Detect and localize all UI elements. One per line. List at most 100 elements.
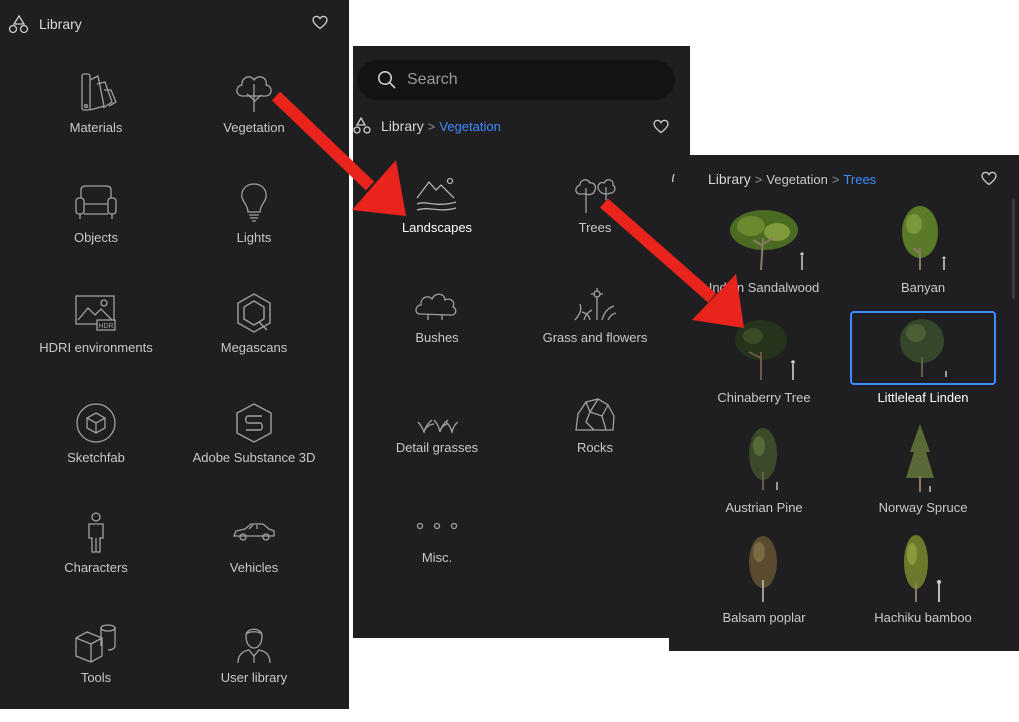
category-label: Materials — [69, 120, 123, 135]
category-label: Megascans — [220, 340, 288, 355]
substance-icon — [236, 403, 272, 443]
library-header: Library — [8, 14, 82, 34]
swatch-fan-icon — [81, 73, 117, 111]
shapes-icon — [8, 14, 29, 34]
category-vegetation[interactable]: Vegetation — [179, 72, 329, 172]
breadcrumb-library[interactable]: Library — [708, 171, 751, 187]
hdr-image-icon: HDR — [75, 295, 116, 331]
subcategory-label: Misc. — [421, 550, 453, 565]
subcategory-label: Rocks — [576, 440, 614, 455]
category-substance[interactable]: Adobe Substance 3D — [179, 402, 329, 502]
scrollbar[interactable] — [1012, 199, 1015, 299]
category-label: Tools — [80, 670, 112, 685]
tree-card-balsam-poplar[interactable] — [691, 532, 837, 606]
tree-label: Littleleaf Linden — [877, 390, 969, 405]
megascans-icon — [237, 293, 271, 333]
car-icon — [233, 523, 275, 541]
category-tools[interactable]: Tools — [21, 622, 171, 722]
person-icon — [88, 512, 104, 553]
tree-thumbnail — [906, 424, 934, 492]
tree-thumbnail — [749, 428, 778, 490]
breadcrumb-chevron-icon: > — [754, 171, 763, 187]
search-input[interactable] — [405, 70, 649, 90]
breadcrumb-vegetation: Vegetation — [439, 118, 501, 134]
category-sketchfab[interactable]: Sketchfab — [21, 402, 171, 502]
category-materials[interactable]: Materials — [21, 72, 171, 172]
subcategory-landscapes[interactable]: Landscapes — [362, 176, 512, 276]
favorite-heart-icon[interactable] — [981, 171, 997, 186]
category-vehicles[interactable]: Vehicles — [179, 512, 329, 612]
library-title: Library — [39, 16, 82, 32]
trees-icon — [575, 179, 616, 213]
tree-card-littleleaf-linden[interactable] — [850, 311, 996, 385]
subcategory-label: Bushes — [415, 330, 459, 345]
trees-panel: Library > Vegetation > Trees Indian Sand… — [669, 155, 1019, 651]
tree-card-hachiku-bamboo[interactable] — [850, 532, 996, 606]
subcategory-trees[interactable]: Trees — [520, 176, 670, 276]
tree-card-banyan[interactable] — [850, 202, 996, 276]
tree-card-austrian-pine[interactable] — [691, 422, 837, 496]
subcategory-misc[interactable]: Misc. — [362, 506, 512, 606]
tree-label: Hachiku bamboo — [874, 610, 972, 625]
subcategory-grass-and-flowers[interactable]: Grass and flowers — [520, 286, 670, 386]
tree-thumbnail — [749, 536, 777, 602]
tree-thumbnail — [730, 210, 804, 271]
vegetation-panel: Library > Vegetation Landscapes Trees — [351, 44, 692, 640]
category-characters[interactable]: Characters — [21, 512, 171, 612]
tree-icon — [236, 76, 272, 112]
subcategory-detail-grasses[interactable]: Detail grasses — [362, 396, 512, 496]
breadcrumb-chevron-icon: > — [427, 118, 436, 134]
subcategory-label: Detail grasses — [395, 440, 479, 455]
category-label: HDRI environments — [39, 340, 153, 355]
tree-thumbnail — [900, 319, 947, 377]
tree-thumbnail — [902, 206, 946, 270]
search-icon — [378, 71, 396, 89]
favorite-heart-icon[interactable] — [312, 15, 328, 30]
tree-label: Norway Spruce — [878, 500, 968, 515]
subcategory-label: Landscapes — [401, 220, 473, 235]
subcategory-bushes[interactable]: Bushes — [362, 286, 512, 386]
category-label: Vegetation — [223, 120, 285, 135]
shapes-icon — [353, 117, 371, 134]
breadcrumb-vegetation[interactable]: Vegetation — [766, 172, 827, 187]
category-label: Adobe Substance 3D — [192, 450, 316, 465]
category-label: Lights — [236, 230, 272, 245]
detail-grass-icon — [417, 419, 459, 434]
tree-thumbnail — [904, 535, 941, 602]
category-label: Characters — [64, 560, 128, 575]
sketchfab-icon — [76, 403, 116, 443]
category-megascans[interactable]: Megascans — [179, 292, 329, 392]
category-label: Objects — [73, 230, 119, 245]
category-hdri[interactable]: HDR HDRI environments — [21, 292, 171, 392]
tree-card-indian-sandalwood[interactable] — [691, 202, 837, 276]
subcategory-label: Grass and flowers — [542, 330, 648, 345]
rock-icon — [575, 398, 615, 431]
category-lights[interactable]: Lights — [179, 182, 329, 282]
category-label: User library — [220, 670, 288, 685]
bush-icon — [415, 293, 457, 320]
category-label: Vehicles — [229, 560, 279, 575]
landscape-icon — [416, 177, 457, 211]
favorite-heart-icon[interactable] — [653, 119, 669, 134]
category-user-library[interactable]: User library — [179, 622, 329, 722]
shapes-icon — [671, 173, 675, 183]
tree-label: Austrian Pine — [725, 500, 803, 515]
tree-label: Balsam poplar — [722, 610, 806, 625]
search-bar[interactable] — [357, 60, 675, 100]
tree-label: Banyan — [900, 280, 946, 295]
cube-cylinder-icon — [75, 624, 116, 663]
category-objects[interactable]: Objects — [21, 182, 171, 282]
tree-card-chinaberry-tree[interactable] — [691, 312, 837, 386]
tree-thumbnail — [735, 320, 795, 380]
sofa-icon — [75, 185, 117, 219]
breadcrumb-chevron-icon: > — [831, 171, 840, 187]
subcategory-rocks[interactable]: Rocks — [520, 396, 670, 496]
svg-text:HDR: HDR — [98, 323, 113, 330]
grass-flower-icon — [574, 288, 617, 321]
breadcrumb: Library > Vegetation — [353, 117, 501, 135]
user-icon — [237, 628, 271, 664]
dots-icon — [416, 522, 458, 530]
breadcrumb-library[interactable]: Library — [381, 118, 424, 134]
library-panel: Library Materials Vegetation Objects Lig… — [0, 0, 349, 709]
tree-card-norway-spruce[interactable] — [850, 422, 996, 496]
